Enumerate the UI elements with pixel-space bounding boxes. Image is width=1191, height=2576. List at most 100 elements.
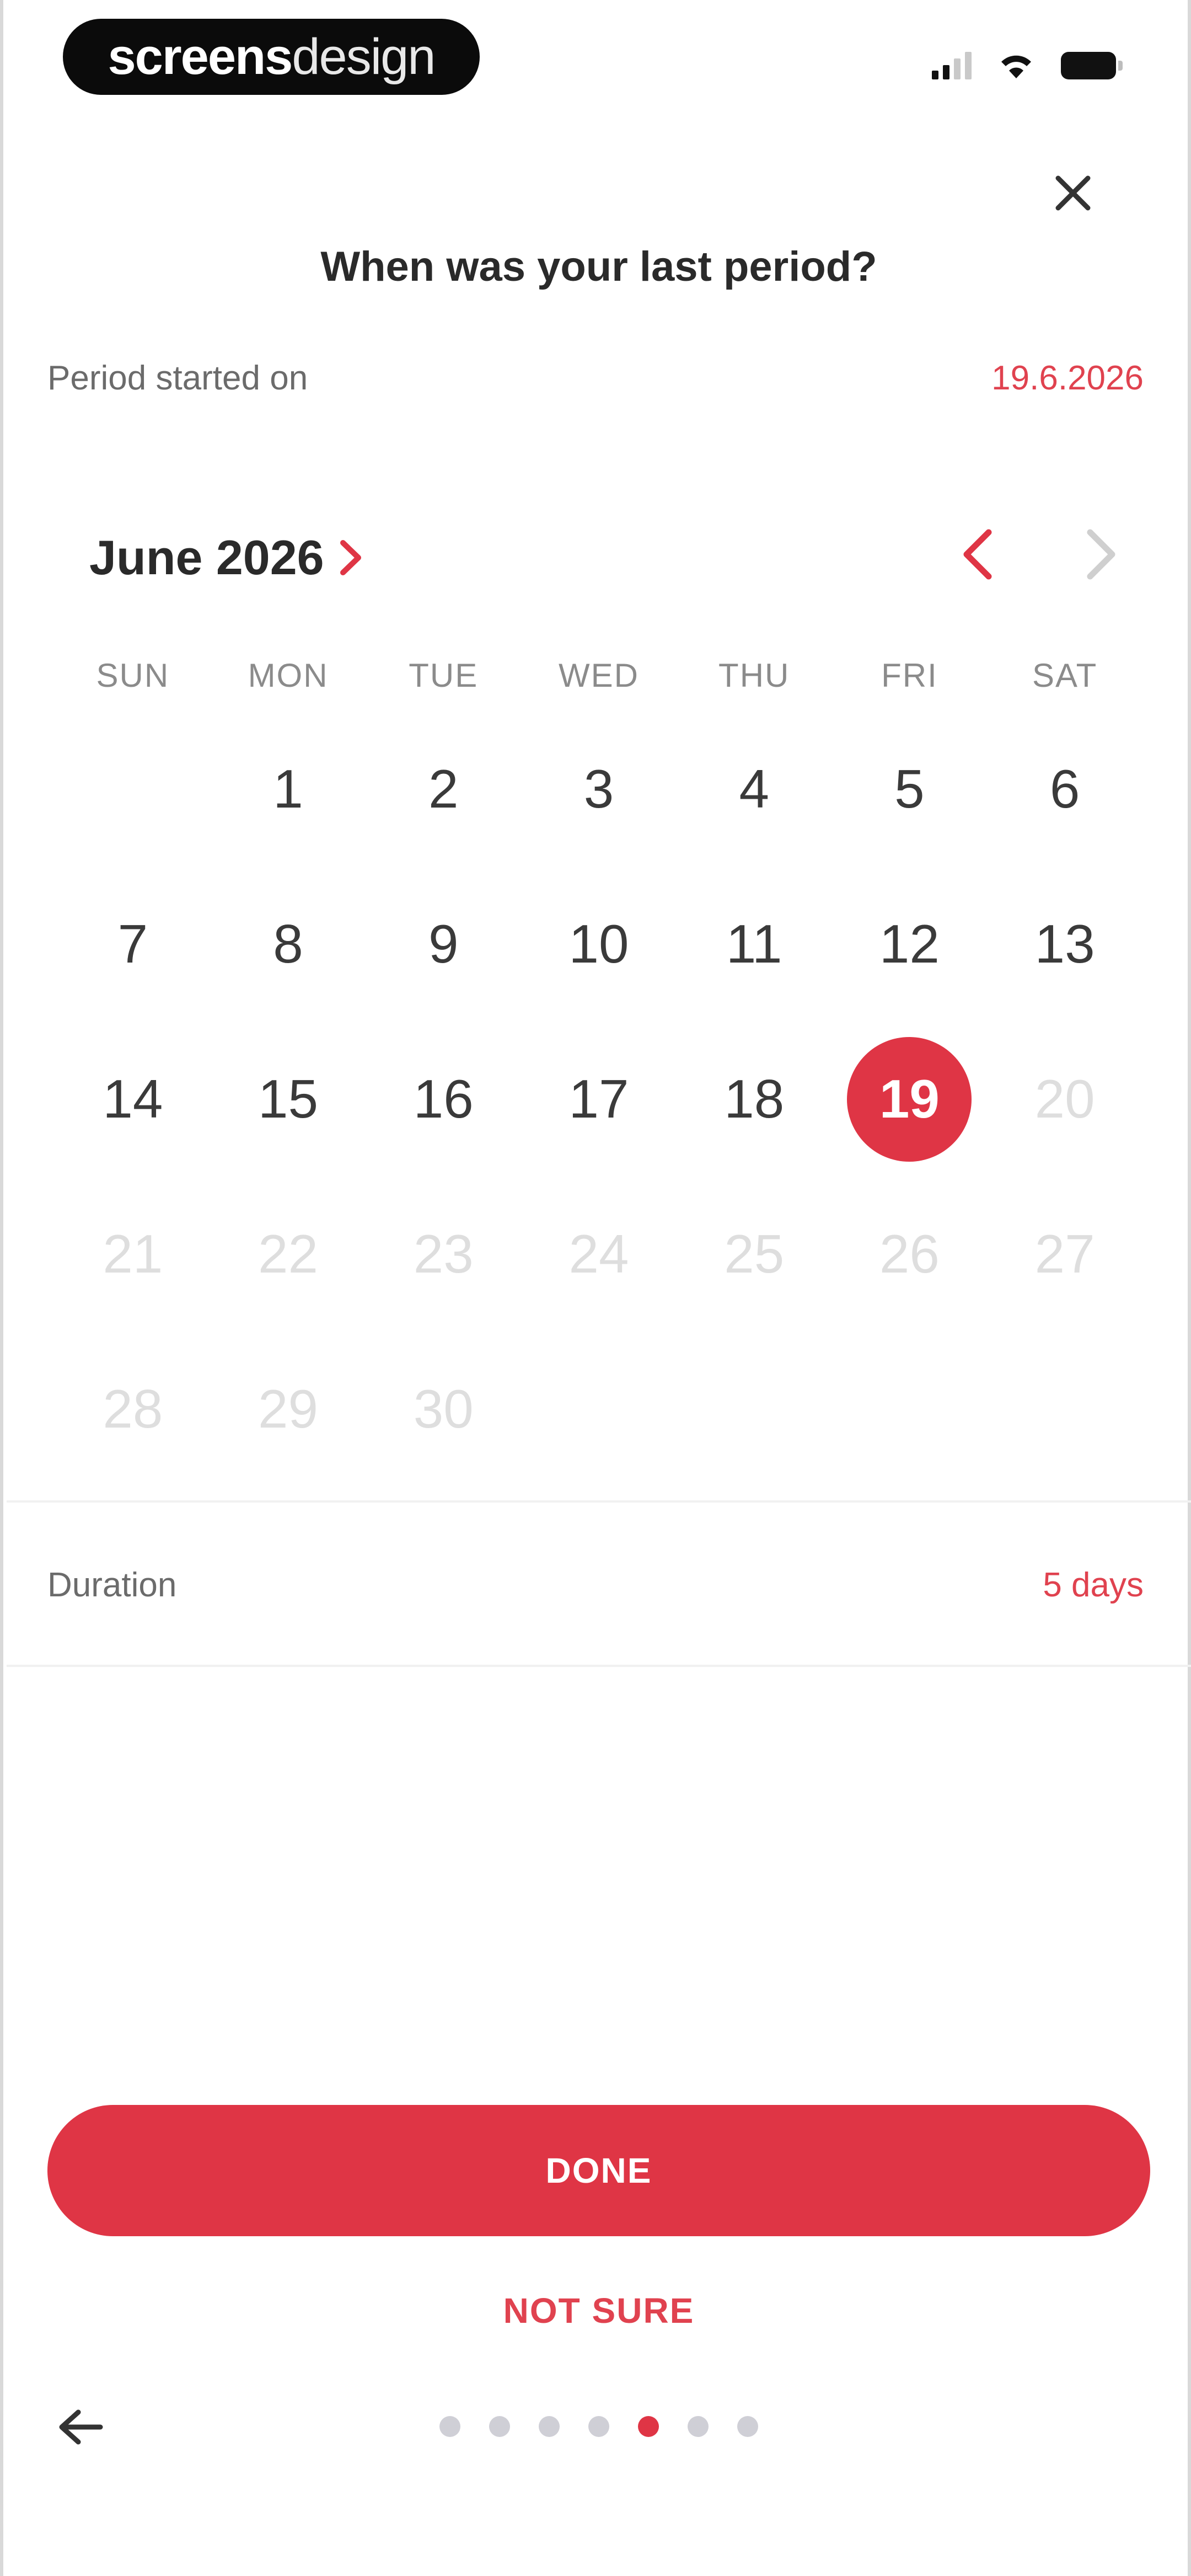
calendar-day[interactable]: 14 xyxy=(55,1022,211,1177)
weekday-label: SAT xyxy=(1032,657,1098,694)
weekday-label: THU xyxy=(718,657,790,694)
page-dot xyxy=(539,2416,560,2437)
calendar-day[interactable]: 13 xyxy=(987,867,1142,1022)
battery-icon xyxy=(1061,52,1123,79)
calendar-day[interactable]: 6 xyxy=(987,712,1142,867)
brand-wordmark-light: design xyxy=(292,29,436,85)
calendar-day-number: 6 xyxy=(1049,758,1080,819)
calendar-day-number: 28 xyxy=(103,1378,163,1439)
status-bar: screensdesign xyxy=(3,0,1191,116)
duration-value[interactable]: 5 days xyxy=(1043,1565,1144,1605)
calendar-day-number: 27 xyxy=(1034,1223,1095,1284)
calendar-day-number: 20 xyxy=(1034,1068,1095,1129)
weekday-label: TUE xyxy=(409,657,479,694)
calendar-day-number: 14 xyxy=(103,1068,163,1129)
calendar-day-number: 3 xyxy=(583,758,614,819)
done-button[interactable]: DONE xyxy=(47,2105,1150,2236)
calendar-day: 26 xyxy=(832,1177,988,1332)
calendar-day[interactable]: 10 xyxy=(521,867,677,1022)
calendar-day[interactable]: 5 xyxy=(832,712,988,867)
calendar-day: 27 xyxy=(987,1177,1142,1332)
calendar-day: 29 xyxy=(211,1332,366,1487)
wifi-icon xyxy=(1001,55,1031,78)
calendar-day-number: 19 xyxy=(847,1036,972,1162)
signal-icon xyxy=(932,49,972,79)
calendar-day-number: 10 xyxy=(568,913,629,974)
calendar-grid: 1 2 3 4 5 6 7 8 9 10 11 12 13 14 15 16 17 18 19 20 21 22 23 24 2… xyxy=(55,712,1142,1487)
calendar-day-number: 16 xyxy=(413,1068,474,1129)
calendar-day[interactable]: 17 xyxy=(521,1022,677,1177)
not-sure-button[interactable]: NOT SURE xyxy=(3,2290,1191,2331)
calendar-day[interactable]: 2 xyxy=(366,712,521,867)
month-selector[interactable]: June 2026 xyxy=(89,530,363,586)
calendar-day[interactable]: 8 xyxy=(211,867,366,1022)
calendar-day-number: 1 xyxy=(273,758,303,819)
calendar-day: 22 xyxy=(211,1177,366,1332)
page-dot xyxy=(737,2416,758,2437)
month-label: June 2026 xyxy=(89,530,324,585)
weekday-label: SUN xyxy=(96,657,170,694)
calendar-day-number: 12 xyxy=(879,913,940,974)
weekday-label: FRI xyxy=(881,657,938,694)
period-started-value[interactable]: 19.6.2026 xyxy=(991,359,1144,398)
calendar-day-number: 26 xyxy=(879,1223,940,1284)
calendar-day-number: 21 xyxy=(103,1223,163,1284)
calendar-day-number: 7 xyxy=(117,913,148,974)
calendar-day[interactable]: 11 xyxy=(677,867,832,1022)
calendar-day: 20 xyxy=(987,1022,1142,1177)
close-icon xyxy=(1055,175,1091,211)
calendar-day[interactable]: 18 xyxy=(677,1022,832,1177)
page-dot xyxy=(439,2416,460,2437)
page-dot xyxy=(588,2416,609,2437)
calendar-day: 25 xyxy=(677,1177,832,1332)
calendar-day-number: 24 xyxy=(568,1223,629,1284)
weekday-label: MON xyxy=(248,657,329,694)
page-dot xyxy=(688,2416,709,2437)
calendar-day-number: 13 xyxy=(1034,913,1095,974)
calendar-day: 23 xyxy=(366,1177,521,1332)
chevron-right-icon xyxy=(340,540,361,575)
page-title: When was your last period? xyxy=(320,243,877,290)
calendar-day-number: 11 xyxy=(726,913,782,974)
calendar-empty-cell xyxy=(55,712,211,867)
page-indicator xyxy=(3,2416,1191,2437)
calendar-day-number: 22 xyxy=(258,1223,319,1284)
calendar-day-number: 4 xyxy=(739,758,769,819)
brand-wordmark: screensdesign xyxy=(108,29,436,85)
calendar-day[interactable]: 15 xyxy=(211,1022,366,1177)
calendar-day: 21 xyxy=(55,1177,211,1332)
page-dot xyxy=(489,2416,510,2437)
brand-logo: screensdesign xyxy=(63,19,480,95)
calendar-day[interactable]: 16 xyxy=(366,1022,521,1177)
period-started-label: Period started on xyxy=(47,359,308,397)
app-screen: screensdesign When was your last period?… xyxy=(0,0,1191,2576)
calendar-day-number: 25 xyxy=(724,1223,785,1284)
calendar-day[interactable]: 7 xyxy=(55,867,211,1022)
duration-label: Duration xyxy=(47,1566,177,1604)
chevron-right-icon xyxy=(1087,529,1115,580)
calendar-day-selected[interactable]: 19 xyxy=(832,1022,988,1177)
calendar-day: 30 xyxy=(366,1332,521,1487)
weekday-header: SUN MON TUE WED THU FRI SAT xyxy=(55,656,1142,694)
calendar-day-number: 5 xyxy=(894,758,925,819)
calendar-day-number: 17 xyxy=(568,1068,629,1129)
previous-month-button[interactable] xyxy=(947,524,1008,585)
page-dot-active xyxy=(638,2416,659,2437)
calendar-day-number: 9 xyxy=(428,913,459,974)
calendar-day: 28 xyxy=(55,1332,211,1487)
next-month-button[interactable] xyxy=(1071,524,1131,585)
calendar-day[interactable]: 9 xyxy=(366,867,521,1022)
calendar-day[interactable]: 4 xyxy=(677,712,832,867)
divider xyxy=(7,1500,1191,1503)
close-button[interactable] xyxy=(1040,160,1106,226)
chevron-left-icon xyxy=(963,529,992,580)
divider xyxy=(7,1665,1191,1667)
status-icons xyxy=(932,49,1123,79)
calendar-day[interactable]: 3 xyxy=(521,712,677,867)
calendar-day-number: 18 xyxy=(724,1068,785,1129)
calendar-day-number: 30 xyxy=(413,1378,474,1439)
calendar-day[interactable]: 1 xyxy=(211,712,366,867)
calendar-day-number: 29 xyxy=(258,1378,319,1439)
calendar-day[interactable]: 12 xyxy=(832,867,988,1022)
calendar-day-number: 23 xyxy=(413,1223,474,1284)
